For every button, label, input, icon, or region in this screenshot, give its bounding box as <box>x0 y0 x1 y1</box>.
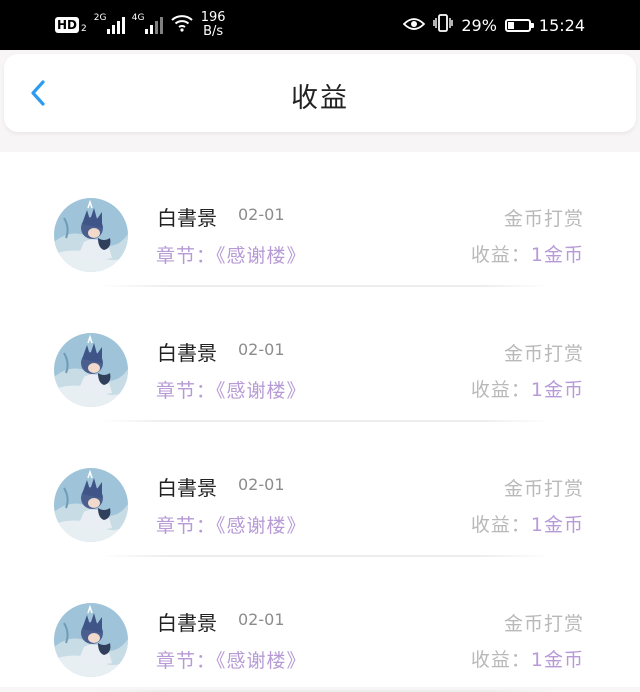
chapter-prefix: 章节： <box>156 245 217 267</box>
reward-type: 金币打赏 <box>503 208 584 230</box>
chapter-prefix: 章节： <box>156 515 217 537</box>
avatar <box>54 468 128 542</box>
network-4g-label: 4G <box>131 12 145 23</box>
earning-amount: 1金币 <box>530 379 584 401</box>
avatar-illustration <box>54 333 128 407</box>
battery-percent: 29% <box>461 15 497 35</box>
page-header: 收益 <box>4 54 636 132</box>
earning-amount: 1金币 <box>530 649 584 671</box>
network-speed-unit: B/s <box>203 24 224 39</box>
avatar <box>54 603 128 677</box>
status-left: HD 2 2G 4G 196 B/s <box>55 11 226 39</box>
network-2g-label: 2G <box>93 12 107 23</box>
user-name: 白書景 <box>157 206 217 230</box>
chapter-title: 《感谢楼》 <box>216 245 307 267</box>
battery-icon <box>504 18 534 32</box>
earning-prefix: 收益： <box>470 379 531 401</box>
earnings-list: 白書景 02-01 章节：《感谢楼》 金币打赏 收益：1金币 白書景 02-01… <box>0 152 640 692</box>
list-item[interactable]: 白書景 02-01 章节：《感谢楼》 金币打赏 收益：1金币 <box>0 422 640 557</box>
earning-prefix: 收益： <box>470 649 531 671</box>
earning-label: 收益：1金币 <box>471 510 584 537</box>
earning-prefix: 收益： <box>470 244 531 266</box>
chapter-title: 《感谢楼》 <box>216 515 307 537</box>
hd-sub: 2 <box>81 24 87 34</box>
earning-amount: 1金币 <box>530 244 584 266</box>
status-right: 29% 15:24 <box>403 12 585 38</box>
avatar-illustration <box>54 468 128 542</box>
date-label: 02-01 <box>238 475 285 494</box>
wifi-icon <box>171 14 193 36</box>
chapter-label: 章节：《感谢楼》 <box>156 241 307 268</box>
date-label: 02-01 <box>238 610 285 629</box>
earning-amount: 1金币 <box>530 514 584 536</box>
date-label: 02-01 <box>238 340 285 359</box>
reward-type: 金币打赏 <box>503 343 584 365</box>
signal-icon: 2G <box>94 13 125 34</box>
eye-icon <box>403 16 426 35</box>
chapter-title: 《感谢楼》 <box>216 650 307 672</box>
user-name: 白書景 <box>157 341 217 365</box>
chapter-prefix: 章节： <box>156 380 217 402</box>
reward-type: 金币打赏 <box>503 478 584 500</box>
avatar <box>54 333 128 407</box>
earning-label: 收益：1金币 <box>471 375 584 402</box>
signal-icon: 4G <box>132 13 163 34</box>
chapter-prefix: 章节： <box>156 650 217 672</box>
page-title: 收益 <box>291 83 349 114</box>
user-name: 白書景 <box>157 476 217 500</box>
vibrate-icon <box>433 14 454 36</box>
network-speed: 196 B/s <box>201 11 226 39</box>
date-label: 02-01 <box>238 205 285 224</box>
chapter-label: 章节：《感谢楼》 <box>156 376 307 403</box>
list-item[interactable]: 白書景 02-01 章节：《感谢楼》 金币打赏 收益：1金币 <box>0 287 640 422</box>
earning-prefix: 收益： <box>470 514 531 536</box>
network-speed-value: 196 <box>200 10 226 25</box>
hd-badge: HD <box>55 17 80 33</box>
earning-label: 收益：1金币 <box>471 240 584 267</box>
chapter-label: 章节：《感谢楼》 <box>156 511 307 538</box>
chapter-label: 章节：《感谢楼》 <box>156 646 307 673</box>
avatar <box>54 198 128 272</box>
list-item[interactable]: 白書景 02-01 章节：《感谢楼》 金币打赏 收益：1金币 <box>0 152 640 287</box>
status-bar: HD 2 2G 4G 196 B/s 29% 15:24 <box>0 0 640 50</box>
list-item[interactable]: 白書景 02-01 章节：《感谢楼》 金币打赏 收益：1金币 <box>0 557 640 692</box>
clock-time: 15:24 <box>538 15 585 35</box>
chapter-title: 《感谢楼》 <box>216 380 307 402</box>
avatar-illustration <box>54 603 128 677</box>
user-name: 白書景 <box>157 611 217 635</box>
avatar-illustration <box>54 198 128 272</box>
reward-type: 金币打赏 <box>503 613 584 635</box>
earning-label: 收益：1金币 <box>471 645 584 672</box>
